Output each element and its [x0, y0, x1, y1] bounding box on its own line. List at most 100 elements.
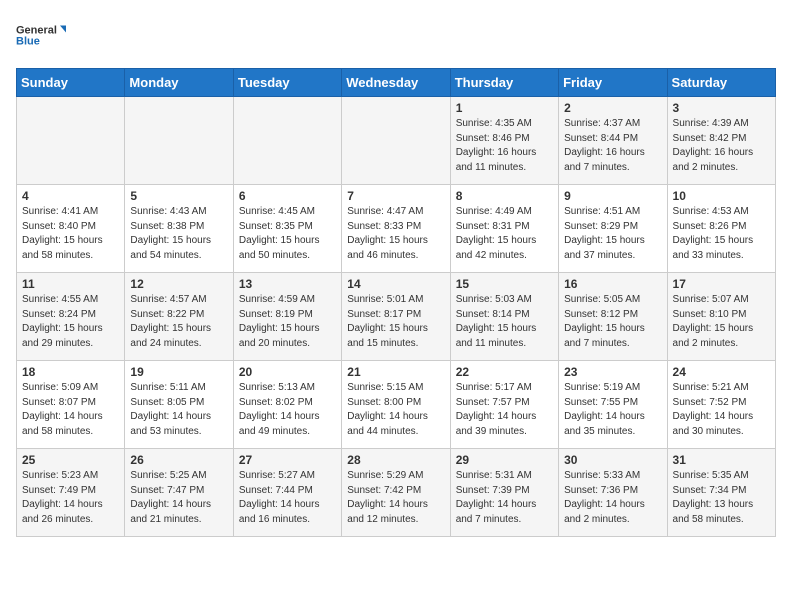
calendar-cell	[125, 97, 233, 185]
calendar-cell: 18 Sunrise: 5:09 AMSunset: 8:07 PMDayligh…	[17, 361, 125, 449]
day-number: 23	[564, 365, 661, 379]
day-number: 26	[130, 453, 227, 467]
logo: General Blue	[16, 16, 66, 56]
day-number: 11	[22, 277, 119, 291]
calendar-cell: 14 Sunrise: 5:01 AMSunset: 8:17 PMDayligh…	[342, 273, 450, 361]
cell-content: Sunrise: 5:21 AMSunset: 7:52 PMDaylight:…	[673, 381, 770, 439]
calendar-cell: 9Sunrise: 4:51 AMSunset: 8:29 PMDaylight…	[559, 185, 667, 273]
calendar-cell: 13 Sunrise: 4:59 AMSunset: 8:19 PMDayligh…	[233, 273, 341, 361]
calendar-cell: 25 Sunrise: 5:23 AMSunset: 7:49 PMDayligh…	[17, 449, 125, 537]
day-number: 17	[673, 277, 770, 291]
calendar-cell: 1Sunrise: 4:35 AMSunset: 8:46 PMDaylight…	[450, 97, 558, 185]
day-number: 12	[130, 277, 227, 291]
cell-content: Sunrise: 5:13 AMSunset: 8:02 PMDaylight:…	[239, 381, 336, 439]
cell-content: Sunrise: 5:09 AMSunset: 8:07 PMDaylight:…	[22, 381, 119, 439]
calendar-cell: 28 Sunrise: 5:29 AMSunset: 7:42 PMDayligh…	[342, 449, 450, 537]
day-number: 30	[564, 453, 661, 467]
cell-content: Sunrise: 4:47 AMSunset: 8:33 PMDaylight:…	[347, 205, 444, 263]
day-number: 27	[239, 453, 336, 467]
cell-content: Sunrise: 5:19 AMSunset: 7:55 PMDaylight:…	[564, 381, 661, 439]
cell-content: Sunrise: 5:31 AMSunset: 7:39 PMDaylight:…	[456, 469, 553, 527]
cell-content: Sunrise: 4:53 AMSunset: 8:26 PMDaylight:…	[673, 205, 770, 263]
calendar-cell: 29 Sunrise: 5:31 AMSunset: 7:39 PMDayligh…	[450, 449, 558, 537]
day-number: 16	[564, 277, 661, 291]
cell-content: Sunrise: 4:41 AMSunset: 8:40 PMDaylight:…	[22, 205, 119, 263]
calendar-cell: 4 Sunrise: 4:41 AMSunset: 8:40 PMDaylight…	[17, 185, 125, 273]
calendar-cell: 23 Sunrise: 5:19 AMSunset: 7:55 PMDayligh…	[559, 361, 667, 449]
cell-content: Sunrise: 5:23 AMSunset: 7:49 PMDaylight:…	[22, 469, 119, 527]
svg-text:General: General	[16, 25, 57, 37]
day-number: 25	[22, 453, 119, 467]
weekday-header: Thursday	[450, 69, 558, 97]
calendar-cell: 2 Sunrise: 4:37 AMSunset: 8:44 PMDaylight…	[559, 97, 667, 185]
day-number: 13	[239, 277, 336, 291]
day-number: 3	[673, 101, 770, 115]
day-number: 7	[347, 189, 444, 203]
day-number: 6	[239, 189, 336, 203]
calendar-cell	[342, 97, 450, 185]
calendar-cell: 8Sunrise: 4:49 AMSunset: 8:31 PMDaylight…	[450, 185, 558, 273]
day-number: 10	[673, 189, 770, 203]
calendar-table: SundayMondayTuesdayWednesdayThursdayFrid…	[16, 68, 776, 537]
day-number: 24	[673, 365, 770, 379]
calendar-cell: 3 Sunrise: 4:39 AMSunset: 8:42 PMDaylight…	[667, 97, 775, 185]
cell-content: Sunrise: 5:17 AMSunset: 7:57 PMDaylight:…	[456, 381, 553, 439]
day-number: 19	[130, 365, 227, 379]
calendar-week-row: 4 Sunrise: 4:41 AMSunset: 8:40 PMDaylight…	[17, 185, 776, 273]
calendar-cell: 5Sunrise: 4:43 AMSunset: 8:38 PMDaylight…	[125, 185, 233, 273]
cell-content: Sunrise: 5:05 AMSunset: 8:12 PMDaylight:…	[564, 293, 661, 351]
calendar-cell: 6 Sunrise: 4:45 AMSunset: 8:35 PMDaylight…	[233, 185, 341, 273]
cell-content: Sunrise: 4:49 AMSunset: 8:31 PMDaylight:…	[456, 205, 553, 263]
day-number: 2	[564, 101, 661, 115]
day-number: 28	[347, 453, 444, 467]
calendar-week-row: 25 Sunrise: 5:23 AMSunset: 7:49 PMDayligh…	[17, 449, 776, 537]
calendar-cell: 30 Sunrise: 5:33 AMSunset: 7:36 PMDayligh…	[559, 449, 667, 537]
cell-content: Sunrise: 5:03 AMSunset: 8:14 PMDaylight:…	[456, 293, 553, 351]
calendar-cell: 12Sunrise: 4:57 AMSunset: 8:22 PMDayligh…	[125, 273, 233, 361]
calendar-cell	[17, 97, 125, 185]
weekday-header: Monday	[125, 69, 233, 97]
calendar-week-row: 18 Sunrise: 5:09 AMSunset: 8:07 PMDayligh…	[17, 361, 776, 449]
calendar-week-row: 1Sunrise: 4:35 AMSunset: 8:46 PMDaylight…	[17, 97, 776, 185]
cell-content: Sunrise: 4:59 AMSunset: 8:19 PMDaylight:…	[239, 293, 336, 351]
calendar-cell: 7 Sunrise: 4:47 AMSunset: 8:33 PMDaylight…	[342, 185, 450, 273]
calendar-cell: 22 Sunrise: 5:17 AMSunset: 7:57 PMDayligh…	[450, 361, 558, 449]
calendar-cell: 31Sunrise: 5:35 AMSunset: 7:34 PMDayligh…	[667, 449, 775, 537]
calendar-cell: 20Sunrise: 5:13 AMSunset: 8:02 PMDayligh…	[233, 361, 341, 449]
cell-content: Sunrise: 5:01 AMSunset: 8:17 PMDaylight:…	[347, 293, 444, 351]
calendar-week-row: 11 Sunrise: 4:55 AMSunset: 8:24 PMDayligh…	[17, 273, 776, 361]
day-number: 18	[22, 365, 119, 379]
day-number: 22	[456, 365, 553, 379]
calendar-cell: 10 Sunrise: 4:53 AMSunset: 8:26 PMDayligh…	[667, 185, 775, 273]
logo-svg: General Blue	[16, 16, 66, 56]
cell-content: Sunrise: 4:55 AMSunset: 8:24 PMDaylight:…	[22, 293, 119, 351]
page-header: General Blue	[16, 16, 776, 56]
calendar-cell: 26Sunrise: 5:25 AMSunset: 7:47 PMDayligh…	[125, 449, 233, 537]
cell-content: Sunrise: 4:45 AMSunset: 8:35 PMDaylight:…	[239, 205, 336, 263]
day-number: 15	[456, 277, 553, 291]
calendar-cell: 17 Sunrise: 5:07 AMSunset: 8:10 PMDayligh…	[667, 273, 775, 361]
weekday-header: Wednesday	[342, 69, 450, 97]
cell-content: Sunrise: 5:29 AMSunset: 7:42 PMDaylight:…	[347, 469, 444, 527]
calendar-cell: 15 Sunrise: 5:03 AMSunset: 8:14 PMDayligh…	[450, 273, 558, 361]
cell-content: Sunrise: 4:35 AMSunset: 8:46 PMDaylight:…	[456, 117, 553, 175]
day-number: 21	[347, 365, 444, 379]
calendar-cell: 16 Sunrise: 5:05 AMSunset: 8:12 PMDayligh…	[559, 273, 667, 361]
cell-content: Sunrise: 5:15 AMSunset: 8:00 PMDaylight:…	[347, 381, 444, 439]
day-number: 14	[347, 277, 444, 291]
cell-content: Sunrise: 5:11 AMSunset: 8:05 PMDaylight:…	[130, 381, 227, 439]
cell-content: Sunrise: 5:07 AMSunset: 8:10 PMDaylight:…	[673, 293, 770, 351]
day-number: 29	[456, 453, 553, 467]
day-number: 9	[564, 189, 661, 203]
cell-content: Sunrise: 4:39 AMSunset: 8:42 PMDaylight:…	[673, 117, 770, 175]
svg-text:Blue: Blue	[16, 36, 40, 48]
calendar-header: SundayMondayTuesdayWednesdayThursdayFrid…	[17, 69, 776, 97]
cell-content: Sunrise: 5:33 AMSunset: 7:36 PMDaylight:…	[564, 469, 661, 527]
cell-content: Sunrise: 4:37 AMSunset: 8:44 PMDaylight:…	[564, 117, 661, 175]
cell-content: Sunrise: 5:27 AMSunset: 7:44 PMDaylight:…	[239, 469, 336, 527]
day-number: 5	[130, 189, 227, 203]
weekday-header: Sunday	[17, 69, 125, 97]
day-number: 4	[22, 189, 119, 203]
calendar-cell: 11 Sunrise: 4:55 AMSunset: 8:24 PMDayligh…	[17, 273, 125, 361]
weekday-header: Tuesday	[233, 69, 341, 97]
